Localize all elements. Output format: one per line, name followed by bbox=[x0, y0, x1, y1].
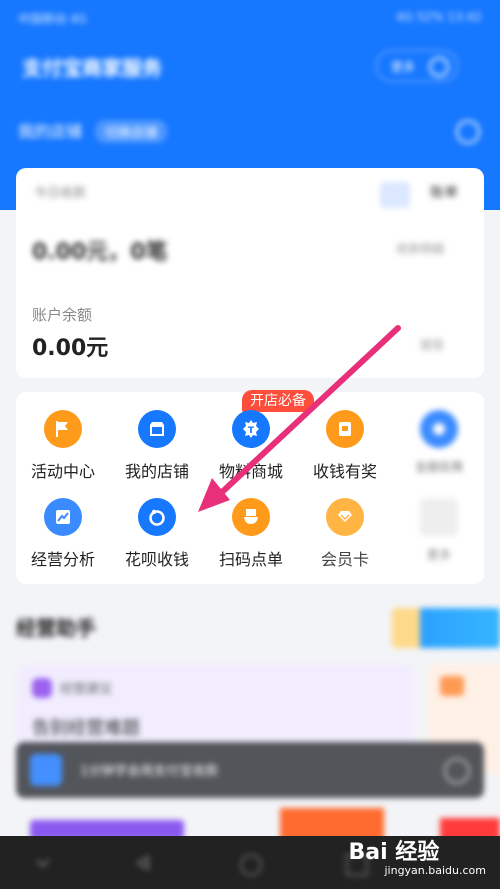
back-icon[interactable] bbox=[134, 854, 152, 872]
home-icon[interactable] bbox=[240, 854, 262, 876]
balance-value: 0.00元 bbox=[32, 336, 109, 361]
baidu-jingyan-watermark: Bai 经验 jingyan.baidu.com bbox=[348, 834, 486, 877]
store-icon bbox=[138, 410, 176, 448]
more-icon bbox=[420, 498, 458, 536]
app-grid-card: 开店必备 活动中心 我的店铺 T 物料商城 收钱有奖 全部应用 经营分析 花呗收… bbox=[16, 390, 486, 584]
grid-label: 经营分析 bbox=[30, 550, 95, 569]
income-value: 0.00元，0笔 bbox=[32, 240, 168, 265]
gift-icon bbox=[326, 410, 364, 448]
grid-item-scan-order[interactable]: 扫码点单 bbox=[204, 498, 298, 578]
apps-icon bbox=[420, 410, 458, 448]
flag-icon bbox=[44, 410, 82, 448]
grid-item-collect-reward[interactable]: 收钱有奖 bbox=[298, 410, 392, 490]
tab-bill[interactable]: 账单 bbox=[430, 182, 458, 202]
close-icon[interactable] bbox=[444, 758, 470, 784]
tab-today[interactable] bbox=[380, 182, 410, 208]
menu-icon[interactable] bbox=[34, 854, 52, 872]
diamond-icon bbox=[326, 498, 364, 536]
summary-card: 今日收款 账单 0.00元，0笔 收款明细 账户余额 0.00元 提现 bbox=[16, 168, 484, 378]
grid-item-material-mall[interactable]: T 物料商城 bbox=[204, 410, 298, 490]
store-switch-tag: 切换店铺 bbox=[95, 120, 168, 143]
grid-item-member-card[interactable]: 会员卡 bbox=[298, 498, 392, 578]
bowl-icon bbox=[232, 498, 270, 536]
tutorial-icon bbox=[30, 754, 62, 786]
tip-icon bbox=[32, 678, 52, 698]
assistant-card-text: 告别经营难题 bbox=[32, 718, 140, 739]
svg-text:T: T bbox=[248, 426, 255, 436]
grid-item-activity-center[interactable]: 活动中心 bbox=[16, 410, 110, 490]
grid-label: 活动中心 bbox=[30, 462, 95, 481]
promo-icon bbox=[440, 676, 464, 696]
assistant-banner[interactable] bbox=[392, 608, 500, 648]
open-store-badge: 开店必备 bbox=[242, 390, 314, 412]
balance-label: 账户余额 bbox=[32, 306, 93, 324]
status-icons-text: 4G 52% 13:42 bbox=[396, 10, 482, 24]
store-selector[interactable]: 我的店铺 切换店铺 bbox=[18, 118, 168, 143]
grid-label: 物料商城 bbox=[218, 462, 283, 481]
grid-label: 更多 bbox=[426, 548, 451, 562]
grid-label: 花呗收钱 bbox=[124, 550, 189, 569]
assistant-title: 经营助手 bbox=[16, 616, 96, 640]
income-detail-link[interactable]: 收款明细 bbox=[396, 240, 444, 257]
watermark-url: jingyan.baidu.com bbox=[384, 864, 486, 877]
chart-icon bbox=[44, 498, 82, 536]
grid-item-business-analysis[interactable]: 经营分析 bbox=[16, 498, 110, 578]
carrier-text: 中国移动 4G bbox=[18, 12, 87, 26]
assistant-card-tag: 经营建议 bbox=[60, 682, 113, 697]
tutorial-toast[interactable]: 1分钟学会用支付宝收款 bbox=[16, 742, 484, 798]
grid-label: 全部应用 bbox=[414, 460, 463, 474]
grid-item-all-apps[interactable]: 全部应用 bbox=[392, 410, 486, 490]
grid-label: 扫码点单 bbox=[218, 550, 283, 569]
settings-icon[interactable] bbox=[456, 120, 480, 144]
withdraw-link[interactable]: 提现 bbox=[420, 336, 444, 353]
status-bar: 中国移动 4G 4G 52% 13:42 bbox=[0, 0, 500, 34]
toast-text: 1分钟学会用支付宝收款 bbox=[80, 764, 219, 779]
grid-item-huabei-collect[interactable]: 花呗收钱 bbox=[110, 498, 204, 578]
store-name: 我的店铺 bbox=[18, 122, 83, 141]
tshirt-icon: T bbox=[232, 410, 270, 448]
huabei-icon bbox=[138, 498, 176, 536]
grid-item-my-store[interactable]: 我的店铺 bbox=[110, 410, 204, 490]
grid-label: 收钱有奖 bbox=[312, 462, 377, 481]
more-pill-label: 更多 bbox=[391, 60, 416, 74]
app-title: 支付宝商家服务 bbox=[22, 56, 162, 80]
grid-label: 会员卡 bbox=[320, 550, 369, 569]
grid-item-more[interactable]: 更多 bbox=[392, 498, 486, 578]
watermark-logo: Bai 经验 bbox=[348, 840, 440, 865]
more-pill-button[interactable]: 更多 bbox=[376, 50, 458, 82]
target-icon bbox=[429, 57, 449, 77]
grid-label: 我的店铺 bbox=[124, 462, 189, 481]
today-income-label: 今日收款 bbox=[34, 186, 87, 201]
